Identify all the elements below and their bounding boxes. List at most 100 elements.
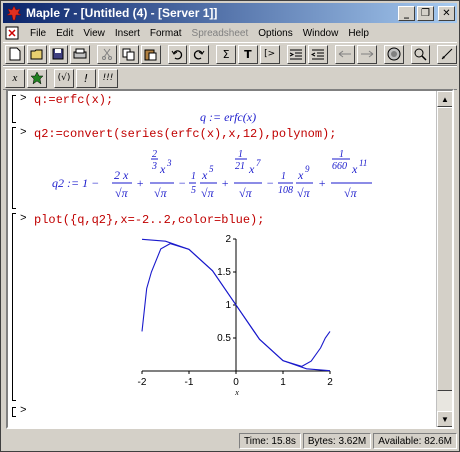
output-line: √π [115, 186, 129, 200]
output-line: + [318, 176, 326, 190]
menu-file[interactable]: File [25, 28, 51, 39]
x-tick-label: -2 [138, 377, 147, 388]
output-line: 3 [151, 161, 157, 172]
output-line: + [221, 176, 229, 190]
output-line: x [351, 162, 358, 176]
output-line: 9 [305, 164, 310, 174]
sigma-icon[interactable]: Σ [216, 44, 236, 64]
parens-icon[interactable]: (√) [54, 68, 74, 88]
input-line[interactable]: q:=erfc(x); [34, 93, 113, 107]
output-line: − [266, 176, 274, 190]
outdent-icon[interactable] [308, 44, 329, 64]
plot-area[interactable]: -2 -1 0 1 2 0.5 1 1.5 2 x [108, 231, 348, 399]
input-line[interactable]: q2:=convert(series(erfc(x),x,12),polynom… [34, 127, 336, 141]
context-toolbar: x (√) ! !!! [3, 66, 457, 90]
title-bar: Maple 7 - [Untitled (4) - [Server 1]] _ … [3, 3, 457, 23]
output-line: 5 [209, 164, 214, 174]
output-line: √π [201, 186, 215, 200]
plot-axes: -2 -1 0 1 2 0.5 1 1.5 2 x [138, 234, 334, 397]
output-line: √π [239, 186, 253, 200]
output-line: 5 [191, 185, 196, 196]
text-icon[interactable]: T [237, 44, 258, 64]
save-icon[interactable] [48, 44, 69, 64]
output-line: 2 [152, 149, 157, 160]
minimize-button[interactable]: _ [398, 5, 415, 21]
insert-prompt-icon[interactable]: [> [259, 44, 280, 64]
cut-icon[interactable] [97, 44, 117, 64]
restore-button[interactable]: ❐ [417, 5, 434, 21]
document-icon[interactable] [5, 26, 21, 40]
output-line: √π [154, 186, 168, 200]
y-tick-label: 0.5 [217, 333, 231, 344]
paste-icon[interactable] [140, 44, 161, 64]
menu-insert[interactable]: Insert [110, 28, 145, 39]
close-button[interactable]: ✕ [438, 5, 455, 21]
output-line: x [248, 162, 255, 176]
status-bytes: Bytes: 3.62M [302, 433, 372, 449]
math-input-icon[interactable]: x [5, 68, 25, 88]
scroll-thumb[interactable] [437, 107, 452, 391]
output-line: 1 [339, 149, 344, 160]
group-bracket[interactable] [12, 127, 16, 209]
forward-arrow-icon[interactable] [356, 44, 377, 64]
exec-icon[interactable] [27, 68, 47, 88]
y-tick-label: 1.5 [217, 267, 231, 278]
scroll-down-icon[interactable]: ▼ [437, 411, 452, 427]
group-bracket[interactable] [12, 407, 16, 417]
menu-spreadsheet[interactable]: Spreadsheet [187, 28, 254, 39]
status-bar: Time: 15.8s Bytes: 3.62M Available: 82.6… [3, 432, 457, 450]
group-bracket[interactable] [12, 95, 16, 123]
prompt: > [20, 213, 27, 225]
menu-view[interactable]: View [78, 28, 110, 39]
status-time: Time: 15.8s [239, 433, 301, 449]
menu-edit[interactable]: Edit [51, 28, 78, 39]
undo-icon[interactable] [167, 44, 188, 64]
output-line: √π [297, 186, 311, 200]
indent-icon[interactable] [286, 44, 307, 64]
maple-window: Maple 7 - [Untitled (4) - [Server 1]] _ … [0, 0, 460, 452]
menu-options[interactable]: Options [253, 28, 297, 39]
menu-help[interactable]: Help [343, 28, 374, 39]
stop-icon[interactable] [383, 44, 404, 64]
input-line[interactable]: plot({q,q2},x=-2..2,color=blue); [34, 213, 264, 227]
x-tick-label: 1 [280, 377, 286, 388]
print-icon[interactable] [70, 44, 91, 64]
output-line: 1 [238, 149, 243, 160]
output-line: 21 [235, 161, 245, 172]
output-line: 2 x [114, 168, 129, 182]
execute-all-icon[interactable]: !!! [98, 68, 118, 88]
series-output: q2 := 1 − 2 x √π + 2 3 x 3 √π − 1 5 x 5 … [52, 149, 372, 200]
help-icon[interactable] [437, 44, 458, 64]
menu-bar: File Edit View Insert Format Spreadsheet… [3, 24, 457, 42]
open-folder-icon[interactable] [26, 44, 47, 64]
x-tick-label: 0 [233, 377, 239, 388]
output-line: − [178, 176, 186, 190]
zoom-icon[interactable] [410, 44, 431, 64]
output-line: q2 := 1 − [52, 176, 99, 190]
x-axis-label: x [234, 388, 239, 397]
worksheet[interactable]: > q:=erfc(x); q := erfc(x) > q2:=convert… [6, 89, 454, 429]
redo-icon[interactable] [189, 44, 210, 64]
output-line: √π [344, 186, 358, 200]
output-line: + [136, 176, 144, 190]
output-line: 11 [359, 158, 367, 168]
vertical-scrollbar[interactable]: ▲ ▼ [436, 91, 452, 427]
menu-format[interactable]: Format [145, 28, 187, 39]
execute-icon[interactable]: ! [76, 68, 96, 88]
output-line: x [159, 162, 166, 176]
output-line: 1 [281, 171, 286, 182]
main-toolbar: Σ T [> [3, 42, 458, 66]
output-line: 108 [278, 185, 293, 196]
output-line: 1 [191, 171, 196, 182]
output-line: x [201, 168, 208, 182]
group-bracket[interactable] [12, 213, 16, 401]
y-tick-label: 2 [225, 234, 231, 245]
new-file-icon[interactable] [5, 44, 25, 64]
menu-window[interactable]: Window [298, 28, 344, 39]
back-arrow-icon[interactable] [335, 44, 355, 64]
copy-icon[interactable] [118, 44, 139, 64]
status-available: Available: 82.6M [373, 433, 457, 449]
scroll-up-icon[interactable]: ▲ [437, 91, 452, 107]
output-line: 660 [332, 161, 347, 172]
x-tick-label: -1 [185, 377, 194, 388]
